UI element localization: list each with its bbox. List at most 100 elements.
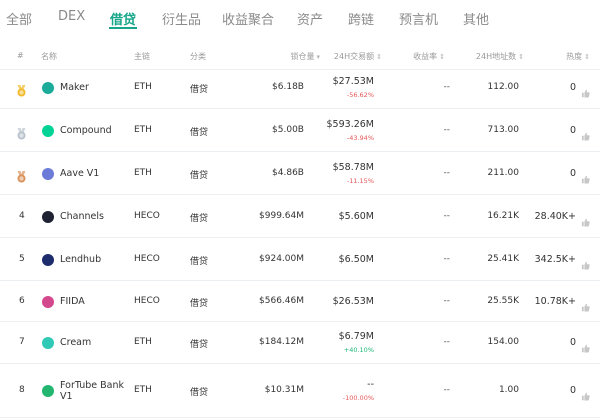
project-logo-icon [42,296,54,308]
volume-value: $27.53M [332,76,374,87]
address-count: 25.55K [487,296,519,306]
header-tvl: 锁仓量 [290,52,315,61]
rank-number: 8 [19,385,25,395]
project-name: ForTube Bank [60,380,124,391]
header-volume: 24H交易额 [333,52,375,61]
project-logo-icon [42,385,54,397]
tab-item[interactable]: DEX [58,9,85,24]
tvl-value: $10.31M [264,385,304,395]
thumbs-up-icon[interactable] [581,126,590,141]
tab-item[interactable]: 收益聚合 [222,9,274,28]
table-row[interactable]: Aave V1 ETH 借贷 $4.86B $58.78M -11.15% -- 211.00… [0,152,600,195]
project-name-link[interactable]: Cream [60,337,91,348]
chain-name: ETH [134,385,152,395]
chain-name: HECO [134,296,160,306]
table-row[interactable]: 8 ForTube Bank V1 ETH 借贷 $10.31M -- -100.00% -- 1… [0,364,600,418]
project-name-link[interactable]: Channels [60,211,104,222]
rank-number: 6 [19,296,25,306]
heat-value: 342.5K+ [534,254,576,265]
project-name-link[interactable]: Compound [60,125,112,136]
thumbs-up-icon[interactable] [581,297,590,312]
category-name: 借贷 [190,85,209,95]
rank-number: 5 [19,254,25,264]
thumbs-up-icon[interactable] [581,212,590,227]
category-name: 借贷 [190,388,209,398]
project-logo-icon [42,168,54,180]
header-tvl-sort[interactable]: 锁仓量 ▾ [270,51,320,62]
table-row[interactable]: Compound ETH 借贷 $5.00B $593.26M -43.94% -- 713.… [0,109,600,152]
volume-value: $5.60M [338,211,374,222]
project-logo-icon [42,82,54,94]
heat-value: 0 [569,337,576,348]
tvl-value: $999.64M [259,211,304,221]
thumbs-up-icon[interactable] [581,83,590,98]
volume-change: +40.10% [343,346,374,354]
category-tabs: 全部 DEX 借贷 衍生品 收益聚合 资产 跨链 预言机 其他 [0,0,600,34]
address-count: 112.00 [487,82,520,92]
tab-item[interactable]: 全部 [6,9,32,28]
yield-value: -- [443,385,451,395]
tab-item[interactable]: 预言机 [399,9,438,28]
project-name-link[interactable]: FIIDA [60,296,85,307]
heat-value: 0 [569,168,576,179]
tvl-value: $924.00M [259,254,304,264]
table-row[interactable]: 5 Lendhub HECO 借贷 $924.00M $6.50M -- 25.41K 342.… [0,238,600,281]
project-name-line2: V1 [60,391,73,402]
thumbs-up-icon[interactable] [581,386,590,401]
thumbs-up-icon[interactable] [581,338,590,353]
tab-item[interactable]: 衍生品 [162,9,201,28]
project-name-link[interactable]: Maker [60,82,89,93]
tab-item[interactable]: 资产 [297,9,323,28]
header-name: 名称 [41,52,57,61]
tvl-value: $566.46M [259,296,304,306]
tvl-value: $4.86B [272,168,304,178]
project-name-link[interactable]: Lendhub [60,254,101,265]
yield-value: -- [443,337,451,347]
chain-name: ETH [134,337,152,347]
table-row[interactable]: 4 Channels HECO 借贷 $999.64M $5.60M -- 16.21K 28.… [0,195,600,238]
project-logo-icon [42,211,54,223]
project-name-link[interactable]: ForTube Bank V1 [60,380,124,402]
yield-value: -- [443,168,451,178]
header-heat-sort[interactable]: 热度 ⇕ [548,51,590,62]
header-volume-sort[interactable]: 24H交易额 ⇕ [324,51,382,62]
header-yield-sort[interactable]: 收益率 ⇕ [405,51,445,62]
rank-number: 4 [19,211,25,221]
address-count: 1.00 [498,385,519,395]
volume-value: -- [367,379,374,390]
sort-icon: ⇕ [439,53,445,61]
active-tab-indicator [109,27,137,29]
chain-name: HECO [134,254,160,264]
project-logo-icon [42,125,54,137]
chain-name: ETH [134,168,152,178]
heat-value: 0 [569,385,576,396]
header-addresses-sort[interactable]: 24H地址数 ⇕ [460,51,524,62]
yield-value: -- [443,296,451,306]
address-count: 154.00 [487,337,520,347]
sort-icon: ⇕ [584,53,590,61]
volume-change: -11.15% [346,177,374,185]
sort-desc-icon: ▾ [316,53,320,61]
tvl-value: $184.12M [259,337,304,347]
yield-value: -- [443,125,451,135]
tab-item[interactable]: 借贷 [110,9,136,28]
chain-name: HECO [134,211,160,221]
tab-item[interactable]: 其他 [463,9,489,28]
volume-value: $6.50M [338,254,374,265]
chain-name: ETH [134,125,152,135]
table-row[interactable]: 6 FIIDA HECO 借贷 $566.46M $26.53M -- 25.55K 10.78… [0,281,600,322]
project-name-link[interactable]: Aave V1 [60,168,99,179]
tab-item[interactable]: 跨链 [348,9,374,28]
thumbs-up-icon[interactable] [581,169,590,184]
volume-change: -100.00% [342,394,374,402]
header-addresses: 24H地址数 [475,52,517,61]
category-name: 借贷 [190,340,209,350]
project-logo-icon [42,337,54,349]
table-row[interactable]: 7 Cream ETH 借贷 $184.12M $6.79M +40.10% -- 154.00… [0,322,600,364]
category-name: 借贷 [190,299,209,309]
thumbs-up-icon[interactable] [581,255,590,270]
category-name: 借贷 [190,171,209,181]
heat-value: 28.40K+ [534,211,576,222]
table-row[interactable]: Maker ETH 借贷 $6.18B $27.53M -56.62% -- 112.00 0 [0,66,600,109]
sort-icon: ⇕ [518,53,524,61]
